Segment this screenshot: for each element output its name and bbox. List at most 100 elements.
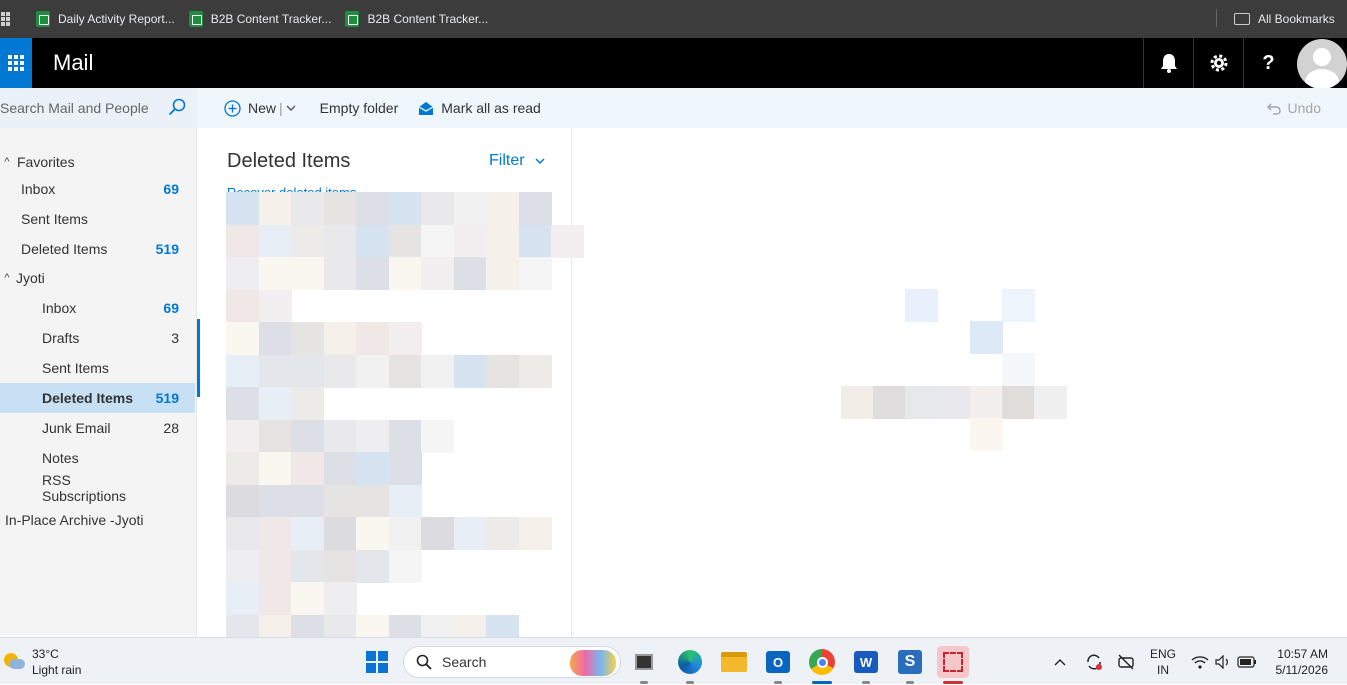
pixelated-cell (905, 386, 938, 419)
snipping-tool-icon[interactable] (937, 646, 969, 684)
folder-item-favorites-inbox[interactable]: Inbox 69 (0, 174, 195, 204)
search-icon[interactable] (168, 98, 186, 116)
pixelated-cell (518, 192, 552, 225)
item-count: 28 (163, 420, 179, 436)
bookmark-label: B2B Content Tracker... (367, 12, 489, 26)
pixelated-cell (291, 517, 324, 550)
pixelated-cell (388, 257, 422, 290)
pixelated-cell (323, 224, 357, 258)
folder-item-sent[interactable]: Sent Items (0, 353, 195, 383)
pixelated-cell (291, 387, 324, 420)
empty-folder-button[interactable]: Empty folder (310, 88, 409, 128)
app-s-icon[interactable]: S (894, 646, 926, 684)
app-launcher-icon[interactable] (0, 38, 32, 88)
undo-label: Undo (1287, 100, 1321, 116)
pixelated-cell (518, 517, 552, 550)
pixelated-cell (1002, 386, 1035, 419)
pixelated-cell (356, 484, 389, 518)
language-indicator[interactable]: ENG IN (1150, 646, 1176, 678)
pixelated-cell (323, 582, 357, 615)
account-header[interactable]: ^ Jyoti (0, 263, 44, 293)
app-title: Mail (53, 50, 94, 75)
pixelated-cell (323, 517, 357, 550)
new-label: New (248, 100, 277, 116)
bookmark-item[interactable]: B2B Content Tracker... (188, 11, 331, 27)
bookmark-item[interactable]: B2B Content Tracker... (345, 11, 488, 27)
pixelated-cell (226, 484, 259, 518)
pixelated-cell (258, 257, 292, 290)
pixelated-cell (226, 224, 259, 258)
pixelated-cell (323, 354, 357, 388)
folder-icon (1234, 13, 1250, 25)
network-off-icon[interactable] (1117, 653, 1135, 671)
chevron-down-icon (535, 157, 545, 164)
edge-icon[interactable] (674, 646, 706, 684)
folder-item-favorites-deleted[interactable]: Deleted Items 519 (0, 234, 195, 264)
pixelated-cell (388, 192, 422, 225)
pixelated-cell (323, 549, 357, 583)
notifications-button[interactable] (1143, 38, 1193, 88)
pixelated-cell (937, 386, 970, 419)
pixelated-cell (258, 289, 292, 323)
app-header: Mail ? (0, 38, 1347, 89)
chevron-up-icon[interactable] (1054, 658, 1066, 666)
word-icon[interactable]: W (850, 646, 882, 684)
bookmarks-bar: Daily Activity Report... B2B Content Tra… (0, 0, 1347, 38)
folder-item-deleted[interactable]: Deleted Items 519 (0, 383, 195, 413)
all-bookmarks-button[interactable]: All Bookmarks (1234, 0, 1335, 38)
pixelated-cell (356, 224, 389, 258)
pixelated-cell (486, 192, 519, 225)
file-explorer-icon[interactable] (718, 646, 750, 678)
taskbar-search[interactable]: Search (403, 646, 621, 678)
wifi-icon (1191, 655, 1209, 669)
folder-item-favorites-sent[interactable]: Sent Items (0, 204, 195, 234)
sync-icon[interactable] (1085, 653, 1103, 671)
quick-settings[interactable] (1191, 638, 1257, 685)
bookmark-label: Daily Activity Report... (58, 12, 175, 26)
pixelated-cell (873, 386, 906, 419)
help-button[interactable]: ? (1243, 38, 1293, 88)
pixelated-cell (356, 257, 389, 290)
folder-item-archive[interactable]: In-Place Archive -Jyoti (0, 505, 195, 535)
weather-widget[interactable]: 33°C Light rain (4, 646, 81, 678)
pixelated-cell (421, 354, 454, 388)
windows-start-icon[interactable] (366, 651, 388, 673)
chevron-down-icon[interactable] (286, 105, 296, 112)
chrome-icon[interactable] (806, 646, 838, 684)
pixelated-cell (226, 549, 259, 583)
new-divider: | (279, 100, 283, 116)
task-view-icon[interactable] (628, 646, 660, 684)
pixelated-cell (291, 192, 324, 225)
undo-button[interactable]: Undo (1266, 88, 1321, 128)
mark-all-read-button[interactable]: Mark all as read (408, 88, 551, 128)
clock[interactable]: 10:57 AM 5/11/2026 (1268, 646, 1329, 678)
favorites-header[interactable]: ^ Favorites (0, 147, 74, 177)
filter-button[interactable]: Filter (489, 152, 545, 170)
bookmark-item[interactable]: Daily Activity Report... (36, 11, 175, 27)
pixelated-cell (291, 452, 324, 485)
pixelated-cell (291, 549, 324, 583)
folder-item-drafts[interactable]: Drafts 3 (0, 323, 195, 353)
folder-item-junk[interactable]: Junk Email 28 (0, 413, 195, 443)
pixelated-cell (323, 257, 357, 290)
outlook-icon[interactable]: O (762, 646, 794, 684)
pixelated-cell (453, 192, 487, 225)
search-input[interactable] (0, 88, 160, 128)
pixelated-cell (291, 582, 324, 615)
apps-grid-icon[interactable] (0, 12, 10, 26)
pixelated-cell (226, 452, 259, 485)
folder-item-notes[interactable]: Notes (0, 443, 195, 473)
pixelated-cell (421, 517, 454, 550)
weather-icon (4, 651, 26, 673)
folder-item-rss[interactable]: RSS Subscriptions (0, 472, 195, 504)
new-button[interactable]: New | (214, 88, 306, 128)
empty-folder-label: Empty folder (319, 100, 399, 116)
avatar[interactable] (1297, 39, 1347, 89)
settings-button[interactable] (1193, 38, 1243, 88)
folder-item-inbox[interactable]: Inbox 69 (0, 293, 195, 323)
bookmarks-divider (1216, 9, 1217, 27)
pixelated-cell (291, 419, 324, 453)
pixelated-cell (226, 387, 259, 420)
unread-count: 519 (155, 241, 179, 257)
pixelated-cell (356, 419, 389, 453)
